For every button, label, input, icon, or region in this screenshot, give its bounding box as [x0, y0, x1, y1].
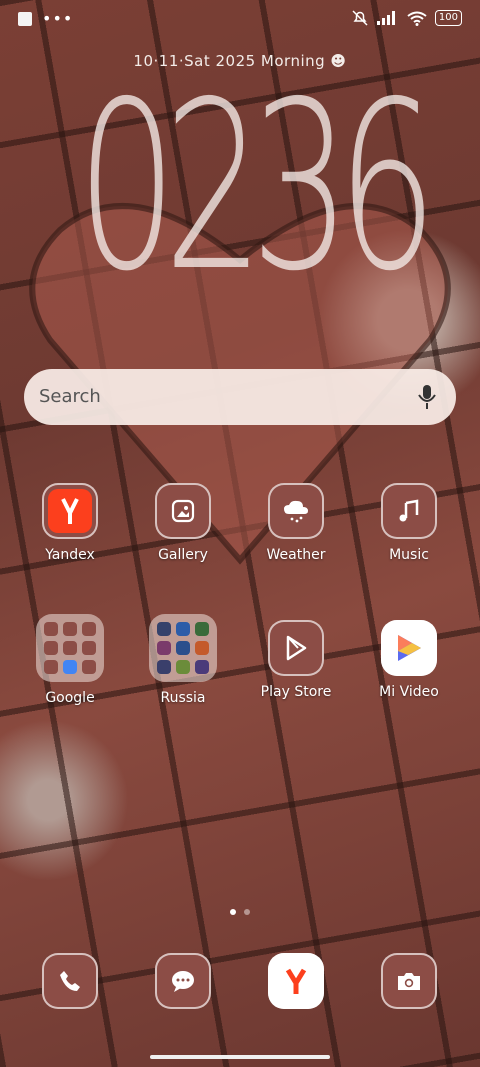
dock-yandex-browser[interactable]: [246, 953, 346, 1009]
gallery-icon: [155, 483, 211, 539]
app-label: Mi Video: [379, 684, 439, 700]
folder-label: Google: [45, 690, 95, 706]
home-indicator[interactable]: [150, 1055, 330, 1059]
app-play-store[interactable]: Play Store: [246, 620, 346, 700]
phone-icon: [42, 953, 98, 1009]
yandex-icon: [42, 483, 98, 539]
more-dots-icon: •••: [42, 9, 74, 28]
status-bar: ••• 100: [0, 0, 480, 40]
wifi-icon: [407, 11, 427, 26]
app-label: Weather: [266, 547, 326, 563]
search-placeholder: Search: [39, 386, 101, 407]
mi-video-icon: [381, 620, 437, 676]
folder-russia[interactable]: Russia: [133, 614, 233, 706]
play-store-icon: [268, 620, 324, 676]
app-label: Music: [389, 547, 429, 563]
app-weather[interactable]: Weather: [246, 483, 346, 563]
app-gallery[interactable]: Gallery: [133, 483, 233, 563]
battery-icon: 100: [434, 10, 462, 26]
camera-icon: [381, 953, 437, 1009]
folder-icon: [149, 614, 217, 682]
app-music[interactable]: Music: [359, 483, 459, 563]
app-mi-video[interactable]: Mi Video: [359, 620, 459, 700]
app-label: Gallery: [158, 547, 208, 563]
square-icon: [18, 12, 32, 26]
dock-phone[interactable]: [20, 953, 120, 1009]
dock-camera[interactable]: [359, 953, 459, 1009]
page-indicator[interactable]: [0, 909, 480, 915]
page-dot[interactable]: [244, 909, 250, 915]
folder-label: Russia: [160, 690, 206, 706]
app-yandex[interactable]: Yandex: [20, 483, 120, 563]
app-label: Play Store: [260, 684, 332, 700]
yandex-browser-icon: [268, 953, 324, 1009]
page-dot-active[interactable]: [230, 909, 236, 915]
microphone-icon[interactable]: [416, 383, 438, 411]
clock-widget[interactable]: 0236: [77, 62, 438, 312]
mute-icon: [352, 10, 368, 26]
app-label: Yandex: [45, 547, 95, 563]
weather-icon: [268, 483, 324, 539]
messages-icon: [155, 953, 211, 1009]
signal-icon: [376, 11, 395, 25]
folder-google[interactable]: Google: [20, 614, 120, 706]
folder-icon: [36, 614, 104, 682]
music-icon: [381, 483, 437, 539]
search-bar[interactable]: Search: [24, 369, 456, 425]
dock-messages[interactable]: [133, 953, 233, 1009]
